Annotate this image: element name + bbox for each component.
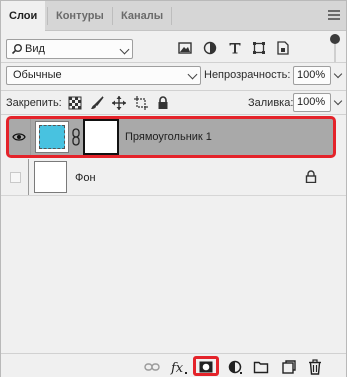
fx-icon[interactable]: fx — [170, 359, 188, 375]
type-filter-icon[interactable] — [227, 40, 243, 56]
panel-tab-bar: Слои Контуры Каналы — [1, 1, 346, 32]
trash-icon[interactable] — [307, 359, 323, 375]
chevron-down-icon — [333, 69, 343, 79]
layers-panel: Слои Контуры Каналы Вид Обычные Непрозра… — [0, 0, 347, 377]
link-layers-icon[interactable] — [144, 359, 160, 375]
svg-text:fx: fx — [170, 361, 184, 375]
lock-label: Закрепить: — [6, 97, 62, 109]
visibility-off-box[interactable] — [10, 172, 21, 183]
add-mask-icon[interactable] — [198, 359, 214, 375]
shape-fill-thumbnail — [39, 125, 65, 149]
fill-label: Заливка: — [248, 97, 294, 109]
layers-bottom-toolbar: fx — [1, 353, 346, 377]
group-folder-icon[interactable] — [253, 359, 269, 375]
layer-name[interactable]: Прямоугольник 1 — [125, 131, 212, 143]
visibility-cell[interactable] — [9, 119, 31, 155]
pixel-filter-icon[interactable] — [177, 40, 193, 56]
tab-separator — [171, 7, 172, 25]
lock-position-icon[interactable] — [111, 95, 127, 111]
blend-mode-value: Обычные — [13, 69, 62, 81]
panel-menu-icon[interactable] — [328, 10, 340, 22]
divider — [1, 90, 346, 91]
lock-icon — [305, 170, 317, 183]
fill-input[interactable]: 100% — [293, 93, 331, 112]
lock-artboard-icon[interactable] — [133, 95, 149, 111]
opacity-dropdown-button[interactable] — [331, 66, 343, 85]
tab-layers[interactable]: Слои — [1, 1, 46, 32]
lock-transparent-pixels-icon[interactable] — [67, 95, 83, 111]
chevron-down-icon — [187, 69, 198, 80]
adjustment-layer-icon[interactable] — [227, 359, 243, 375]
layer-filter-kind-select[interactable]: Вид — [6, 39, 133, 59]
lock-image-pixels-icon[interactable] — [89, 95, 105, 111]
chevron-down-icon — [333, 96, 343, 106]
chain-link-icon[interactable] — [71, 128, 81, 146]
adjustment-filter-icon[interactable] — [202, 40, 218, 56]
filter-toggle-switch[interactable] — [330, 34, 340, 62]
blend-mode-select[interactable]: Обычные — [6, 66, 201, 85]
fill-dropdown-button[interactable] — [331, 93, 343, 112]
layer-name[interactable]: Фон — [75, 172, 96, 184]
divider — [1, 62, 346, 63]
layer-row-rectangle[interactable]: Прямоугольник 1 — [6, 116, 336, 158]
eye-icon[interactable] — [12, 131, 26, 143]
lock-all-icon[interactable] — [155, 95, 171, 111]
opacity-label: Непрозрачность: — [204, 69, 291, 81]
smart-object-filter-icon[interactable] — [275, 40, 291, 56]
layer-thumbnail[interactable] — [35, 121, 69, 153]
layer-mask-thumbnail[interactable] — [83, 119, 119, 155]
layer-row-background[interactable]: Фон — [1, 159, 346, 196]
layer-thumbnail[interactable] — [34, 161, 67, 193]
visibility-cell[interactable] — [1, 159, 29, 195]
tab-paths[interactable]: Контуры — [48, 1, 112, 31]
search-icon — [11, 44, 22, 55]
new-layer-icon[interactable] — [280, 359, 296, 375]
filter-kind-value: Вид — [25, 43, 45, 55]
chevron-down-icon — [119, 44, 130, 55]
opacity-input[interactable]: 100% — [293, 66, 331, 85]
shape-filter-icon[interactable] — [251, 40, 267, 56]
tab-channels[interactable]: Каналы — [113, 1, 171, 31]
divider — [1, 114, 346, 115]
